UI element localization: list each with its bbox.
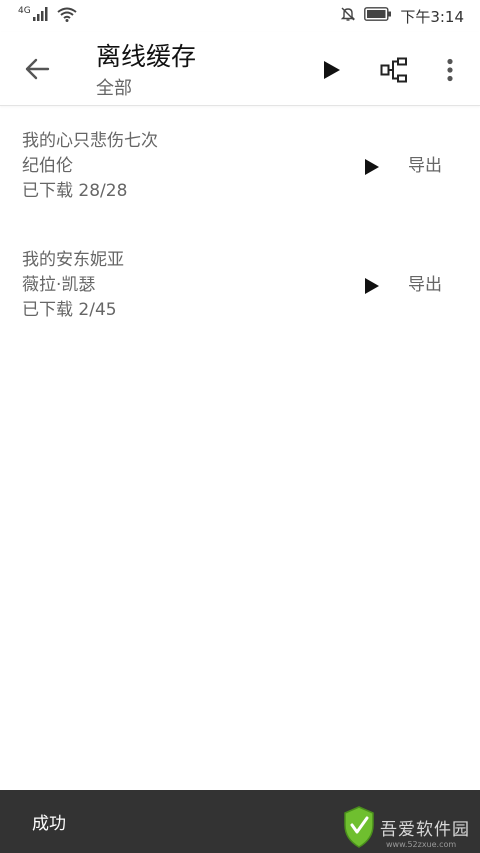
watermark: 吾爱软件园 www.52zxue.com	[342, 805, 470, 849]
structure-button[interactable]	[378, 54, 410, 86]
play-all-button[interactable]	[316, 54, 348, 86]
list-item[interactable]: 我的心只悲伤七次 纪伯伦 已下载 28/28 导出	[0, 107, 480, 226]
item-progress: 已下载 2/45	[22, 300, 117, 320]
page-title: 离线缓存	[96, 42, 197, 71]
play-icon	[365, 278, 379, 294]
back-button[interactable]	[20, 52, 54, 86]
watermark-text: 吾爱软件园 www.52zxue.com	[380, 815, 470, 849]
list-item[interactable]: 我的安东妮亚 薇拉·凯瑟 已下载 2/45 导出	[0, 226, 480, 345]
item-play-button[interactable]	[358, 272, 386, 300]
snackbar: 成功 吾爱软件园 www.52zxue.com	[0, 790, 480, 853]
status-left: 4G	[18, 6, 77, 26]
title-block: 离线缓存 全部	[96, 40, 196, 102]
play-icon	[365, 159, 379, 175]
offline-cache-screen: 4G 下午3:14 离线缓存 全部 我的心只悲伤七次 纪伯伦 已下载 28/28…	[0, 0, 480, 853]
more-options-button[interactable]	[434, 54, 466, 86]
status-time: 下午3:14	[400, 7, 464, 26]
snackbar-message: 成功	[32, 814, 66, 834]
network-type: 4G	[18, 6, 31, 16]
page-subtitle[interactable]: 全部	[96, 76, 196, 102]
arrow-left-icon	[25, 58, 50, 80]
play-icon	[324, 61, 340, 79]
wifi-icon	[57, 7, 77, 26]
status-bar: 4G 下午3:14	[0, 0, 480, 32]
battery-icon	[364, 7, 392, 25]
watermark-sub: www.52zxue.com	[386, 840, 457, 849]
item-title: 我的心只悲伤七次	[22, 131, 158, 151]
watermark-main: 吾爱软件园	[380, 820, 470, 840]
mute-bell-icon	[340, 6, 356, 26]
tree-structure-icon	[380, 57, 407, 83]
item-progress: 已下载 28/28	[22, 181, 128, 201]
status-right: 下午3:14	[340, 6, 464, 27]
signal-icon	[32, 7, 49, 25]
more-vert-icon	[447, 58, 453, 82]
item-title: 我的安东妮亚	[22, 250, 124, 270]
download-list: 我的心只悲伤七次 纪伯伦 已下载 28/28 导出 我的安东妮亚 薇拉·凯瑟 已…	[0, 107, 480, 345]
item-play-button[interactable]	[358, 153, 386, 181]
export-button[interactable]: 导出	[408, 273, 442, 298]
shield-leaf-logo-icon	[344, 806, 374, 848]
app-bar: 离线缓存 全部	[0, 32, 480, 106]
export-button[interactable]: 导出	[408, 154, 442, 179]
